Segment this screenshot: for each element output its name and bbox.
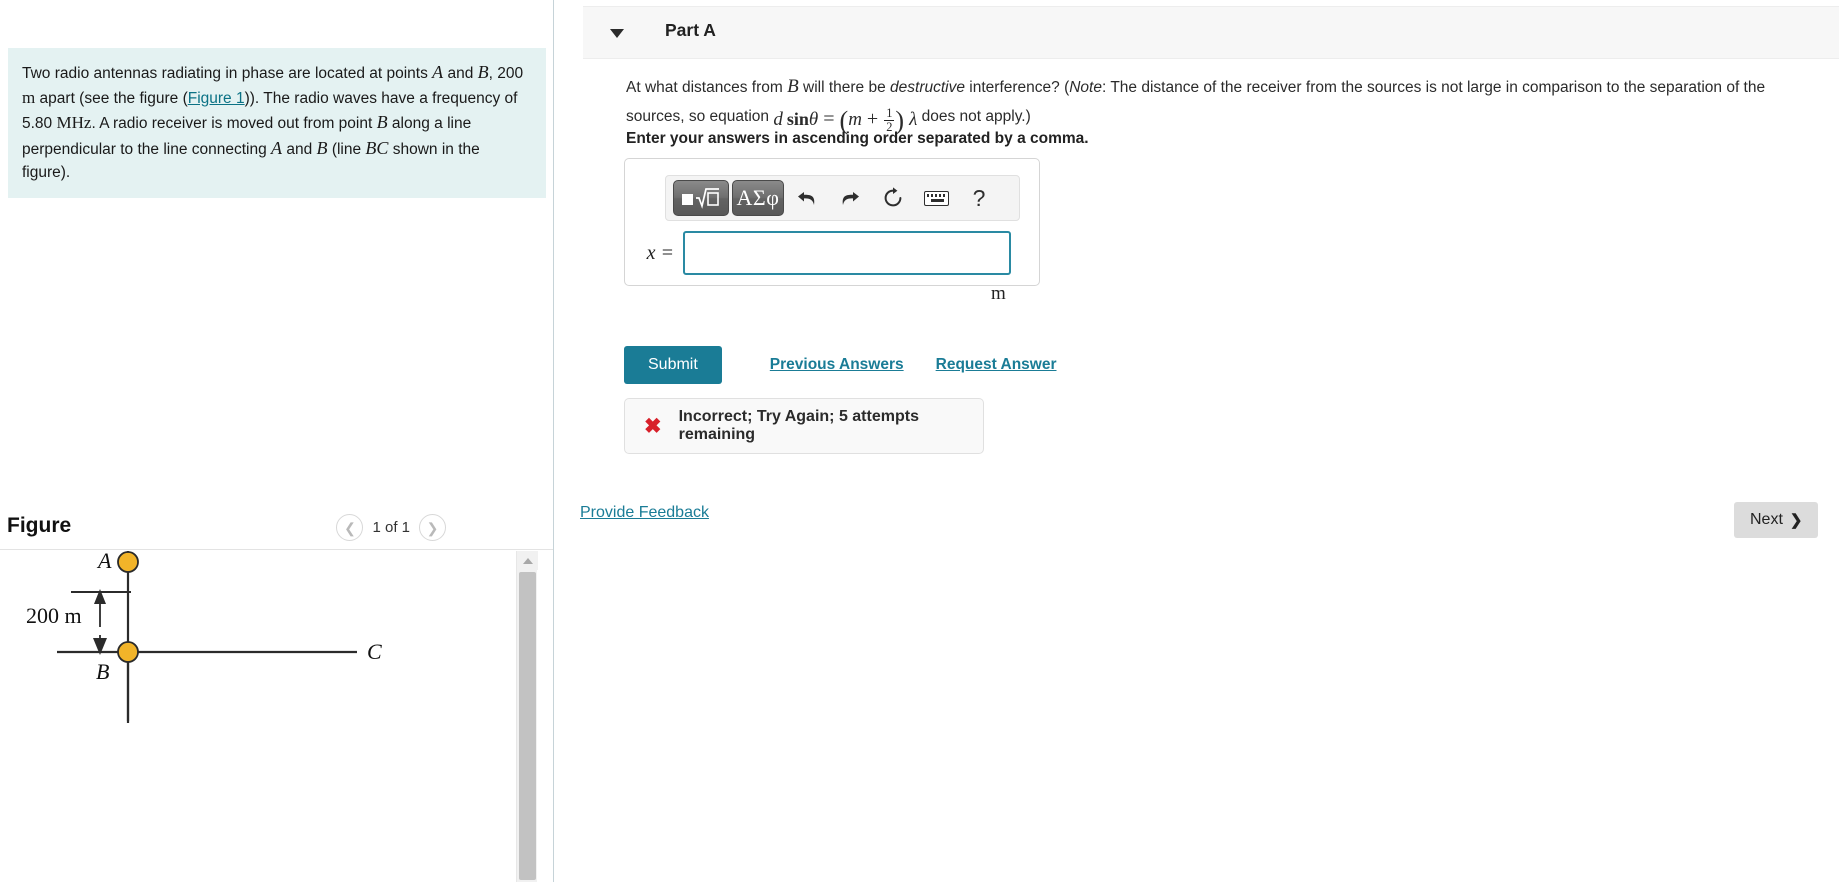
question-text-a: At what distances from bbox=[626, 79, 788, 96]
left-pane: Two radio antennas radiating in phase ar… bbox=[0, 0, 553, 882]
problem-symbol-B3: B bbox=[316, 137, 328, 158]
greek-symbols-button[interactable]: ΑΣφ bbox=[732, 180, 784, 216]
question-text-b: will there be bbox=[798, 79, 891, 96]
scrollbar-thumb[interactable] bbox=[519, 572, 536, 880]
undo-glyph bbox=[798, 192, 815, 205]
question-note-label: Note bbox=[1069, 79, 1102, 96]
problem-text-4: apart (see the figure ( bbox=[35, 89, 188, 107]
math-template-icon[interactable] bbox=[673, 180, 729, 216]
equation-equals: = bbox=[823, 108, 835, 131]
antenna-diagram: A 200 m B C bbox=[26, 551, 382, 723]
question-symbol-B: B bbox=[787, 76, 799, 97]
problem-symbol-B: B bbox=[477, 62, 489, 82]
problem-unit-m: m bbox=[22, 87, 36, 107]
problem-symbol-A: A bbox=[432, 62, 444, 82]
fraction-numerator: 1 bbox=[884, 106, 895, 121]
answer-row: x = bbox=[637, 231, 1011, 275]
undo-arrow-icon[interactable] bbox=[787, 180, 827, 216]
equation-m: m bbox=[848, 109, 862, 131]
keyboard-glyph bbox=[923, 190, 949, 206]
page-root: Two radio antennas radiating in phase ar… bbox=[0, 0, 1842, 882]
figure-panel-title: Figure bbox=[7, 514, 72, 537]
help-question-mark-icon[interactable]: ? bbox=[959, 180, 999, 216]
answer-instruction: Enter your answers in ascending order se… bbox=[626, 130, 1089, 147]
caret-down-icon[interactable] bbox=[610, 29, 624, 38]
problem-text-3: , 200 bbox=[488, 65, 524, 82]
question-text-e: does not apply.) bbox=[917, 108, 1031, 126]
problem-symbol-A2: A bbox=[271, 137, 283, 158]
redo-arrow-icon[interactable] bbox=[830, 180, 870, 216]
problem-unit-mhz: MHz bbox=[56, 113, 92, 133]
next-button-label: Next bbox=[1750, 511, 1783, 528]
figure-viewport: A 200 m B C bbox=[0, 551, 553, 882]
reset-glyph bbox=[884, 187, 902, 207]
scroll-up-arrow-icon[interactable] bbox=[517, 551, 538, 570]
answer-input[interactable] bbox=[683, 231, 1011, 275]
part-a-header[interactable]: Part A bbox=[583, 6, 1839, 59]
figure-navigation: ❮ 1 of 1 ❯ bbox=[336, 514, 446, 541]
redo-glyph bbox=[842, 192, 859, 205]
problem-symbol-B2: B bbox=[376, 112, 388, 133]
provide-feedback-link[interactable]: Provide Feedback bbox=[580, 504, 709, 522]
answer-actions: Submit Previous Answers Request Answer bbox=[624, 346, 1063, 384]
answer-widget: ΑΣφ ? x = bbox=[624, 158, 1040, 286]
figure-header: Figure ❮ 1 of 1 ❯ bbox=[0, 505, 553, 550]
svg-text:A: A bbox=[96, 551, 112, 573]
question-emphasis: destructive bbox=[890, 79, 965, 96]
template-glyph bbox=[682, 188, 719, 209]
question-text-c: interference? ( bbox=[964, 79, 1070, 96]
problem-text-2: and bbox=[443, 65, 478, 82]
feedback-message: Incorrect; Try Again; 5 attempts remaini… bbox=[678, 408, 919, 443]
feedback-alert: ✖ Incorrect; Try Again; 5 attempts remai… bbox=[624, 398, 984, 454]
equation-theta: θ bbox=[808, 109, 819, 131]
chevron-left-icon[interactable]: ❮ bbox=[336, 514, 364, 541]
answer-unit-label: m bbox=[991, 283, 1006, 304]
svg-text:C: C bbox=[367, 639, 382, 664]
svg-text:B: B bbox=[96, 659, 109, 684]
equation-plus: + bbox=[866, 108, 879, 131]
x-mark-icon: ✖ bbox=[644, 414, 662, 438]
keyboard-icon[interactable] bbox=[916, 180, 956, 216]
problem-text-9: (line bbox=[327, 140, 366, 158]
equation-sin: sin bbox=[786, 109, 809, 130]
submit-button[interactable]: Submit bbox=[624, 346, 722, 384]
previous-answers-link[interactable]: Previous Answers bbox=[764, 355, 910, 375]
part-title: Part A bbox=[665, 20, 716, 40]
svg-text:200 m: 200 m bbox=[26, 603, 82, 628]
chevron-right-icon: ❯ bbox=[1789, 512, 1803, 529]
problem-text-8: and bbox=[282, 140, 317, 158]
figure-scrollbar[interactable] bbox=[516, 551, 538, 882]
problem-text-1: Two radio antennas radiating in phase ar… bbox=[22, 65, 433, 82]
problem-statement: Two radio antennas radiating in phase ar… bbox=[8, 48, 546, 198]
answer-variable-label: x = bbox=[646, 241, 674, 264]
request-answer-link[interactable]: Request Answer bbox=[930, 355, 1063, 375]
equation-d: d bbox=[773, 109, 783, 131]
problem-text-6: . A radio receiver is moved out from poi… bbox=[91, 115, 377, 133]
problem-symbol-BC: BC bbox=[365, 137, 389, 158]
chevron-right-icon[interactable]: ❯ bbox=[419, 514, 446, 541]
figure-1-link[interactable]: Figure 1 bbox=[188, 90, 245, 107]
right-pane: Part A At what distances from B will the… bbox=[554, 0, 1842, 882]
next-button[interactable]: Next ❯ bbox=[1734, 502, 1819, 538]
reset-circular-arrow-icon[interactable] bbox=[873, 180, 913, 216]
math-toolbar: ΑΣφ ? bbox=[665, 175, 1020, 221]
figure-counter: 1 of 1 bbox=[372, 519, 410, 536]
